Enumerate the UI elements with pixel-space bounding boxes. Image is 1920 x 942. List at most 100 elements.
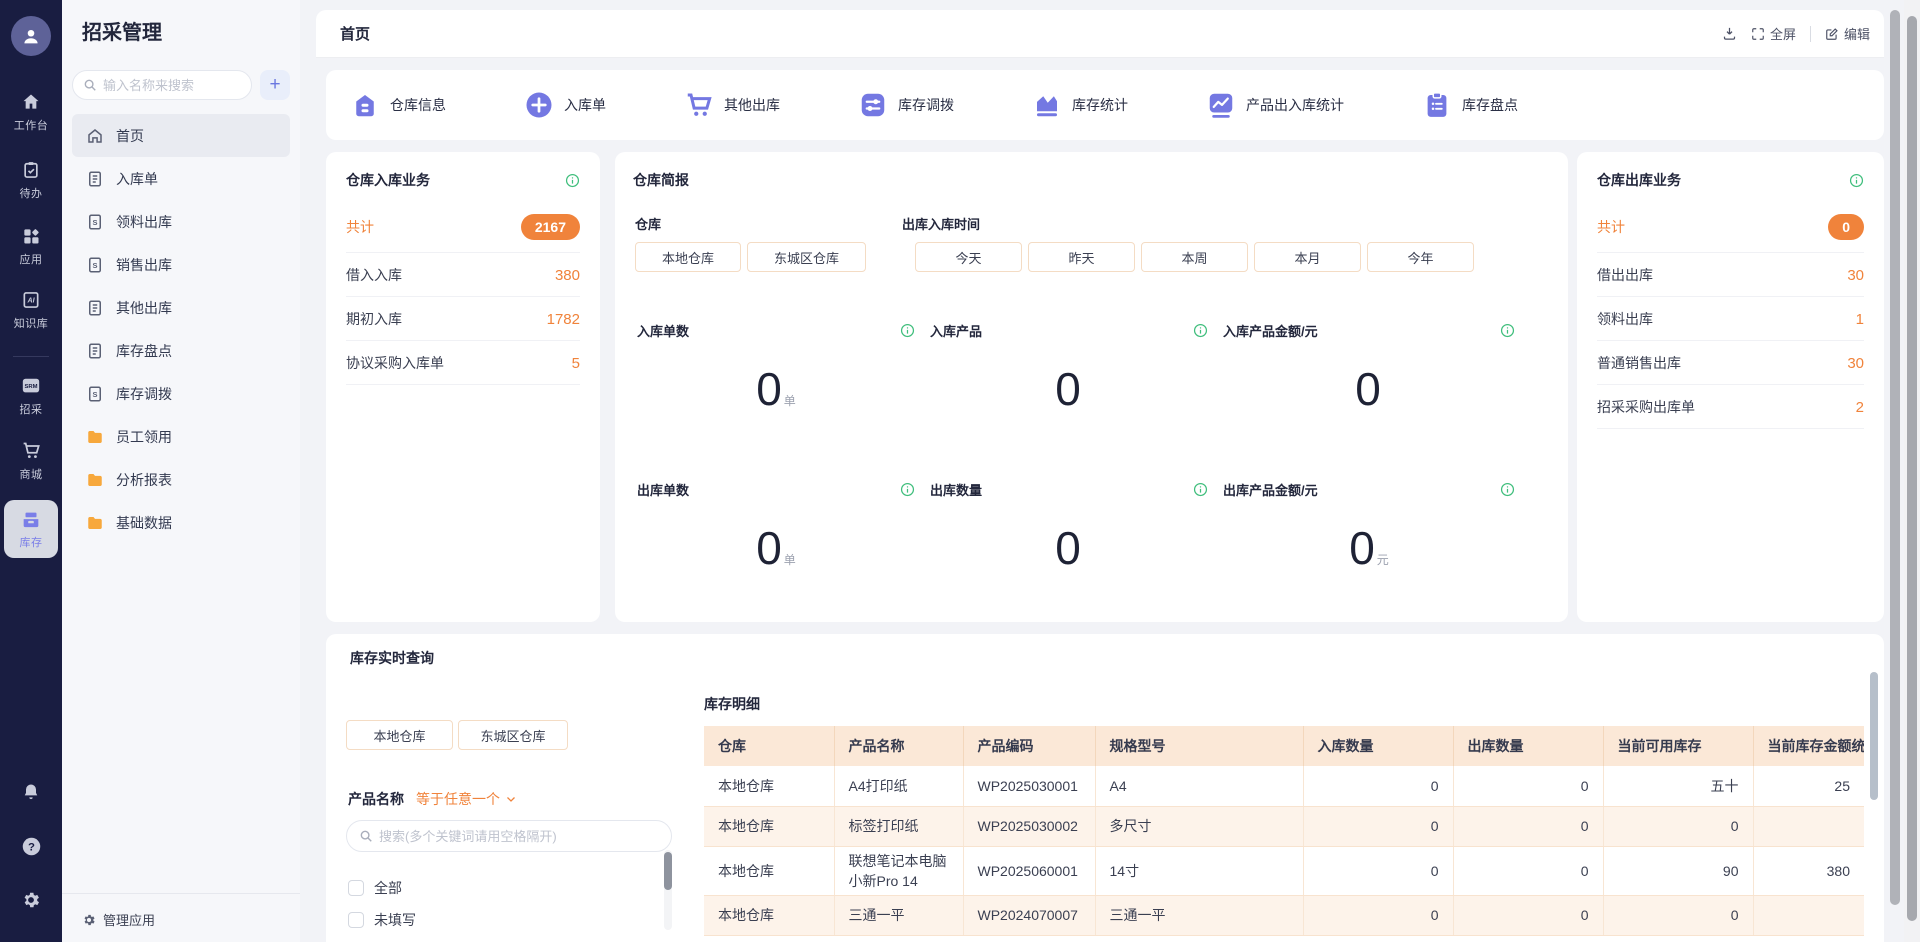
info-icon[interactable] bbox=[1193, 482, 1208, 497]
avatar[interactable] bbox=[11, 16, 51, 56]
outbound-row[interactable]: 普通销售出库 30 bbox=[1597, 341, 1864, 385]
quick-action-inventory-stats[interactable]: 库存统计 bbox=[1032, 90, 1128, 120]
sidebar-item-other-outbound[interactable]: 其他出库 bbox=[72, 286, 290, 329]
inbound-panel-title: 仓库入库业务 bbox=[346, 170, 430, 190]
col-warehouse[interactable]: 仓库 bbox=[704, 726, 834, 766]
download-button[interactable] bbox=[1722, 26, 1737, 41]
content-scrollbar-thumb[interactable] bbox=[1890, 10, 1900, 905]
apps-grid-icon bbox=[0, 226, 62, 246]
outbound-total-row[interactable]: 共计 0 bbox=[1597, 214, 1864, 253]
manage-apps-button[interactable]: 管理应用 bbox=[82, 910, 155, 929]
operator-dropdown[interactable]: 等于任意一个 bbox=[416, 789, 517, 809]
time-filter-button[interactable]: 本周 bbox=[1141, 242, 1248, 272]
document-icon bbox=[86, 342, 104, 360]
sidebar-item-base-data[interactable]: 基础数据 bbox=[72, 501, 290, 544]
info-icon[interactable] bbox=[900, 482, 915, 497]
checkbox[interactable] bbox=[348, 912, 364, 928]
col-inbound-qty[interactable]: 入库数量 bbox=[1303, 726, 1453, 766]
inbound-row[interactable]: 协议采购入库单 5 bbox=[346, 341, 580, 385]
info-icon[interactable] bbox=[1500, 482, 1515, 497]
rail-item-srm[interactable]: SRM 招采 bbox=[0, 376, 62, 417]
info-icon[interactable] bbox=[1193, 323, 1208, 338]
sidebar-item-inbound-order[interactable]: 入库单 bbox=[72, 157, 290, 200]
folder-icon bbox=[86, 428, 104, 446]
rail-item-inventory[interactable]: 库存 bbox=[4, 500, 58, 558]
product-search-input[interactable] bbox=[379, 829, 659, 844]
rail-item-apps[interactable]: 应用 bbox=[0, 226, 62, 267]
col-spec[interactable]: 规格型号 bbox=[1095, 726, 1303, 766]
info-icon[interactable] bbox=[900, 323, 915, 338]
sidebar-item-reports[interactable]: 分析报表 bbox=[72, 458, 290, 501]
option-unfilled[interactable]: 未填写 bbox=[348, 904, 668, 936]
svg-text:S: S bbox=[92, 218, 97, 227]
sidebar-item-sales-outbound[interactable]: S 销售出库 bbox=[72, 243, 290, 286]
page-scrollbar-thumb[interactable] bbox=[1907, 16, 1917, 921]
sidebar-item-transfer[interactable]: S 库存调拨 bbox=[72, 372, 290, 415]
edit-button[interactable]: 编辑 bbox=[1825, 24, 1870, 43]
sidebar-search-input[interactable] bbox=[103, 78, 241, 93]
rail-item-todo[interactable]: 待办 bbox=[0, 160, 62, 201]
warehouse-filter-button[interactable]: 本地仓库 bbox=[635, 242, 741, 272]
main-area: 首页 全屏 编辑 仓库信息 bbox=[316, 0, 1884, 942]
add-button[interactable]: + bbox=[260, 70, 290, 100]
help-button[interactable]: ? bbox=[0, 836, 62, 857]
col-stock-amount[interactable]: 当前库存金额统计 bbox=[1753, 726, 1864, 766]
inventory-box-icon bbox=[4, 509, 58, 531]
warehouse-filter-button[interactable]: 东城区仓库 bbox=[747, 242, 866, 272]
sidebar-item-material-outbound[interactable]: S 领料出库 bbox=[72, 200, 290, 243]
table-scrollbar-thumb[interactable] bbox=[1870, 672, 1878, 800]
time-filter-button[interactable]: 今年 bbox=[1367, 242, 1474, 272]
option-all[interactable]: 全部 bbox=[348, 872, 668, 904]
scrollbar-thumb[interactable] bbox=[664, 852, 672, 890]
info-icon[interactable] bbox=[1500, 323, 1515, 338]
table-row[interactable]: 本地仓库 A4打印纸 WP2025030001 A4 0 0 五十 25 bbox=[704, 766, 1864, 806]
col-product-name[interactable]: 产品名称 bbox=[834, 726, 963, 766]
option-item[interactable] bbox=[348, 936, 668, 942]
settings-button[interactable] bbox=[0, 890, 62, 910]
sidebar-search[interactable] bbox=[72, 70, 252, 100]
gear-icon bbox=[0, 890, 62, 910]
quick-action-transfer[interactable]: 库存调拨 bbox=[858, 90, 954, 120]
outbound-row[interactable]: 招采采购出库单 2 bbox=[1597, 385, 1864, 429]
quick-action-stocktake[interactable]: 库存盘点 bbox=[1422, 90, 1518, 120]
warehouse-filter-button[interactable]: 东城区仓库 bbox=[458, 720, 568, 750]
info-icon[interactable] bbox=[565, 173, 580, 188]
sidebar-item-stocktake[interactable]: 库存盘点 bbox=[72, 329, 290, 372]
rail-item-mall[interactable]: 商城 bbox=[0, 440, 62, 482]
quick-action-product-io-stats[interactable]: 产品出入库统计 bbox=[1206, 90, 1344, 120]
inbound-row[interactable]: 借入入库 380 bbox=[346, 253, 580, 297]
table-row[interactable]: 本地仓库 联想笔记本电脑小新Pro 14 WP2025060001 14寸 0 … bbox=[704, 846, 1864, 896]
table-row[interactable]: 本地仓库 标签打印纸 WP2025030002 多尺寸 0 0 0 bbox=[704, 806, 1864, 846]
info-icon[interactable] bbox=[1849, 173, 1864, 188]
sidebar-item-employee-use[interactable]: 员工领用 bbox=[72, 415, 290, 458]
quick-action-other-outbound[interactable]: 其他出库 bbox=[684, 90, 780, 120]
checkbox[interactable] bbox=[348, 880, 364, 896]
time-filter-button[interactable]: 本月 bbox=[1254, 242, 1361, 272]
option-list-scrollbar[interactable] bbox=[664, 850, 672, 930]
time-filter-button[interactable]: 今天 bbox=[915, 242, 1022, 272]
warehouse-filter-button[interactable]: 本地仓库 bbox=[346, 720, 453, 750]
quick-action-inbound-order[interactable]: 入库单 bbox=[524, 90, 606, 120]
fullscreen-icon bbox=[1751, 27, 1765, 41]
page-scrollbar[interactable] bbox=[1904, 0, 1920, 942]
col-available-stock[interactable]: 当前可用库存 bbox=[1603, 726, 1753, 766]
table-row[interactable]: 本地仓库 三通一平 WP2024070007 三通一平 0 0 0 bbox=[704, 896, 1864, 936]
time-filter-group: 出库入库时间 今天 昨天 本周 本月 今年 bbox=[902, 214, 1474, 272]
module-sidebar: 招采管理 + 首页 入库单 S 领料出库 bbox=[62, 0, 300, 942]
product-search[interactable] bbox=[346, 820, 672, 852]
rail-item-knowledge[interactable]: AI 知识库 bbox=[0, 290, 62, 331]
inbound-row[interactable]: 期初入库 1782 bbox=[346, 297, 580, 341]
outbound-row[interactable]: 领料出库 1 bbox=[1597, 297, 1864, 341]
col-outbound-qty[interactable]: 出库数量 bbox=[1453, 726, 1603, 766]
notifications-button[interactable] bbox=[0, 782, 62, 802]
fullscreen-button[interactable]: 全屏 bbox=[1751, 24, 1796, 43]
inventory-query-title: 库存实时查询 bbox=[350, 648, 434, 668]
time-filter-button[interactable]: 昨天 bbox=[1028, 242, 1135, 272]
inbound-total-row[interactable]: 共计 2167 bbox=[346, 214, 580, 253]
sidebar-item-home[interactable]: 首页 bbox=[72, 114, 290, 157]
outbound-row[interactable]: 借出出库 30 bbox=[1597, 253, 1864, 297]
col-product-code[interactable]: 产品编码 bbox=[963, 726, 1095, 766]
search-icon bbox=[83, 78, 97, 92]
quick-action-warehouse-info[interactable]: 仓库信息 bbox=[350, 90, 446, 120]
rail-item-workbench[interactable]: 工作台 bbox=[0, 92, 62, 133]
